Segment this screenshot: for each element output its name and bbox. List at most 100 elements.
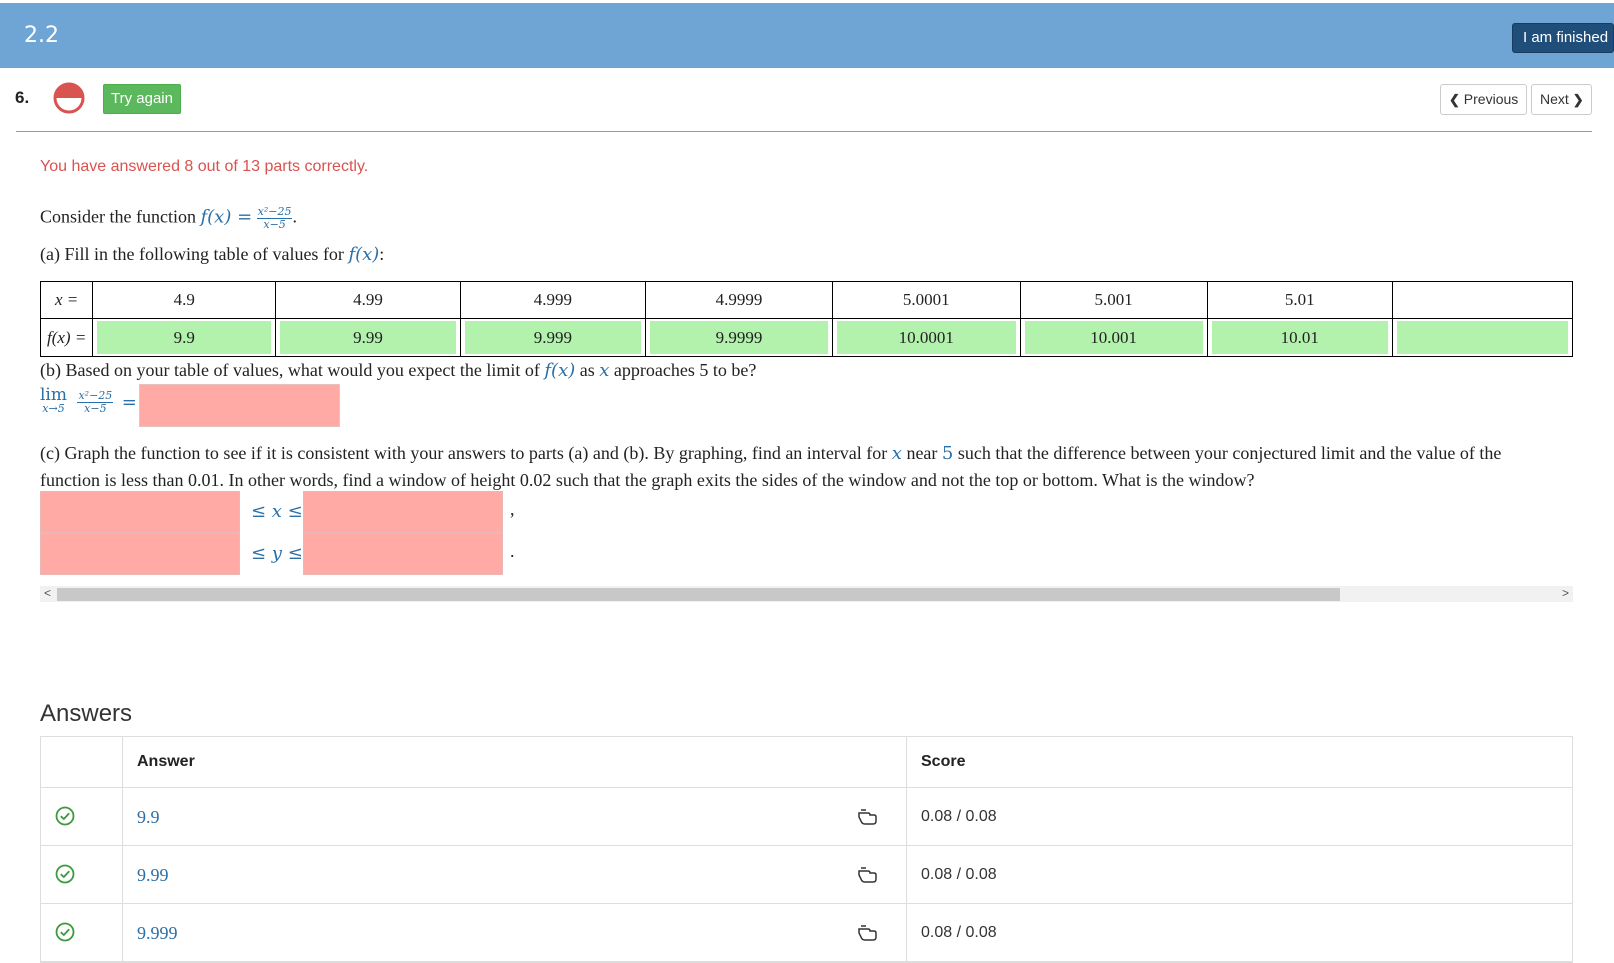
answer-column-header: Answer [137, 753, 195, 770]
x-cell: 4.99 [275, 281, 461, 319]
check-circle-icon [55, 806, 75, 826]
table-row: 9.9 0.08 / 0.08 [41, 788, 1572, 846]
statement-period: . [292, 206, 297, 227]
check-circle-icon [55, 864, 75, 884]
score-column-header: Score [921, 753, 966, 770]
fx-cell-overflow [1392, 318, 1573, 357]
window-period: . [510, 541, 515, 561]
divider [16, 131, 1592, 132]
part-b-func: f(x) [544, 360, 576, 381]
part-b-var: x [599, 360, 610, 381]
scroll-right-icon[interactable]: > [1562, 586, 1569, 600]
fx-input[interactable]: 9.9999 [650, 321, 828, 354]
limit-expression: lim x→5 x²−25 x−5 = [40, 385, 137, 416]
part-b-text: (b) Based on your table of values, what … [40, 360, 756, 381]
x-inequality: ≤ x ≤ [251, 501, 303, 522]
hand-pointer-icon[interactable] [856, 921, 878, 943]
answer-score: 0.08 / 0.08 [921, 924, 997, 941]
fx-cell: 9.999 [459, 318, 647, 357]
x-cell: 5.0001 [831, 281, 1021, 319]
limit-answer-input[interactable] [139, 384, 340, 427]
limit-fraction: x²−25 x−5 [77, 388, 114, 415]
part-a-prompt: (a) Fill in the following table of value… [40, 244, 344, 264]
part-b-prompt: (b) Based on your table of values, what … [40, 360, 540, 380]
x-cell: 5.01 [1206, 281, 1394, 319]
part-c-prompt: (c) Graph the function to see if it is c… [40, 443, 888, 463]
fx-cell: 10.01 [1206, 318, 1394, 357]
y-min-input[interactable] [40, 533, 240, 575]
part-c-var: x [891, 443, 902, 464]
part-b-mid: as [579, 360, 595, 380]
chevron-right-icon: ❯ [1572, 92, 1584, 107]
table-row: 9.99 0.08 / 0.08 [41, 846, 1572, 904]
horizontal-scrollbar[interactable]: < > [40, 586, 1573, 602]
scrollbar-thumb[interactable] [57, 588, 1340, 601]
previous-label: Previous [1463, 91, 1519, 107]
x-cell: 4.9 [92, 281, 277, 319]
function-lhs: f(x) = [200, 206, 253, 228]
limit-operator: lim x→5 [40, 385, 67, 416]
assignment-title: 2.2 [24, 23, 59, 48]
window-comma: , [510, 499, 515, 519]
lim-sub: x→5 [42, 402, 65, 415]
scroll-left-icon[interactable]: < [44, 586, 51, 600]
next-button[interactable]: Next ❯ [1531, 84, 1592, 115]
function-fraction: x²−25 x−5 [256, 206, 293, 231]
y-max-input[interactable] [303, 533, 503, 575]
finish-button[interactable]: I am finished [1512, 23, 1614, 53]
fx-row: f(x) = 9.9 9.99 9.999 9.9999 10.0001 10.… [40, 318, 1573, 357]
answer-value: 9.99 [137, 865, 169, 885]
x-label: x = [40, 281, 94, 319]
values-table: x = 4.9 4.99 4.999 4.9999 5.0001 5.001 5… [40, 281, 1573, 357]
x-cell: 5.001 [1019, 281, 1208, 319]
part-a-text: (a) Fill in the following table of value… [40, 244, 385, 265]
answer-score: 0.08 / 0.08 [921, 866, 997, 883]
fx-input[interactable]: 10.001 [1024, 321, 1203, 354]
limit-numerator: x²−25 [77, 388, 114, 403]
question-number: 6. [15, 88, 30, 107]
part-c-five: 5 [941, 443, 954, 464]
lim-word: lim [40, 385, 67, 405]
part-c-near: near [906, 443, 938, 463]
fx-cell: 9.99 [275, 318, 461, 357]
hand-pointer-icon[interactable] [856, 805, 878, 827]
top-bar: 2.2 I am finished [0, 3, 1614, 68]
hand-pointer-icon[interactable] [856, 863, 878, 885]
limit-equals: = [121, 391, 137, 413]
answer-value: 9.999 [137, 923, 178, 943]
answers-header-row: Answer Score [41, 737, 1572, 788]
x-max-input[interactable] [303, 491, 503, 533]
answer-score: 0.08 / 0.08 [921, 808, 997, 825]
fx-cell: 10.001 [1019, 318, 1208, 357]
try-again-button[interactable]: Try again [103, 84, 181, 114]
intro-text: Consider the function [40, 206, 196, 227]
function-statement: Consider the function f(x) = x²−25 x−5 . [40, 206, 297, 231]
previous-button[interactable]: ❮ Previous [1440, 84, 1527, 115]
x-cell-overflow [1392, 281, 1573, 319]
limit-denominator: x−5 [84, 401, 107, 415]
fx-cell: 10.0001 [831, 318, 1021, 357]
fx-input[interactable]: 9.99 [280, 321, 456, 354]
y-inequality: ≤ y ≤ [251, 543, 303, 564]
x-row: x = 4.9 4.99 4.999 4.9999 5.0001 5.001 5… [40, 281, 1573, 319]
fx-input-overflow[interactable] [1397, 321, 1568, 354]
answers-table: Answer Score 9.9 0.08 / 0.08 9.99 0.08 /… [40, 736, 1573, 963]
score-message: You have answered 8 out of 13 parts corr… [40, 158, 369, 175]
chevron-left-icon: ❮ [1449, 92, 1460, 107]
x-cell: 4.999 [459, 281, 647, 319]
fx-input[interactable]: 9.999 [464, 321, 642, 354]
x-cell: 4.9999 [645, 281, 833, 319]
answers-heading: Answers [40, 700, 133, 727]
part-a-func: f(x) [348, 244, 380, 265]
table-row: 9.999 0.08 / 0.08 [41, 904, 1572, 962]
fx-input[interactable]: 10.01 [1211, 321, 1389, 354]
values-table-container: x = 4.9 4.99 4.999 4.9999 5.0001 5.001 5… [40, 281, 1573, 357]
part-c-text: (c) Graph the function to see if it is c… [40, 440, 1560, 493]
fraction-denominator: x−5 [263, 218, 286, 231]
half-score-icon [53, 82, 85, 114]
fx-cell: 9.9 [92, 318, 277, 357]
fx-input[interactable]: 9.9 [97, 321, 272, 354]
x-min-input[interactable] [40, 491, 240, 533]
fx-input[interactable]: 10.0001 [836, 321, 1016, 354]
part-b-post: approaches 5 to be? [613, 360, 757, 380]
